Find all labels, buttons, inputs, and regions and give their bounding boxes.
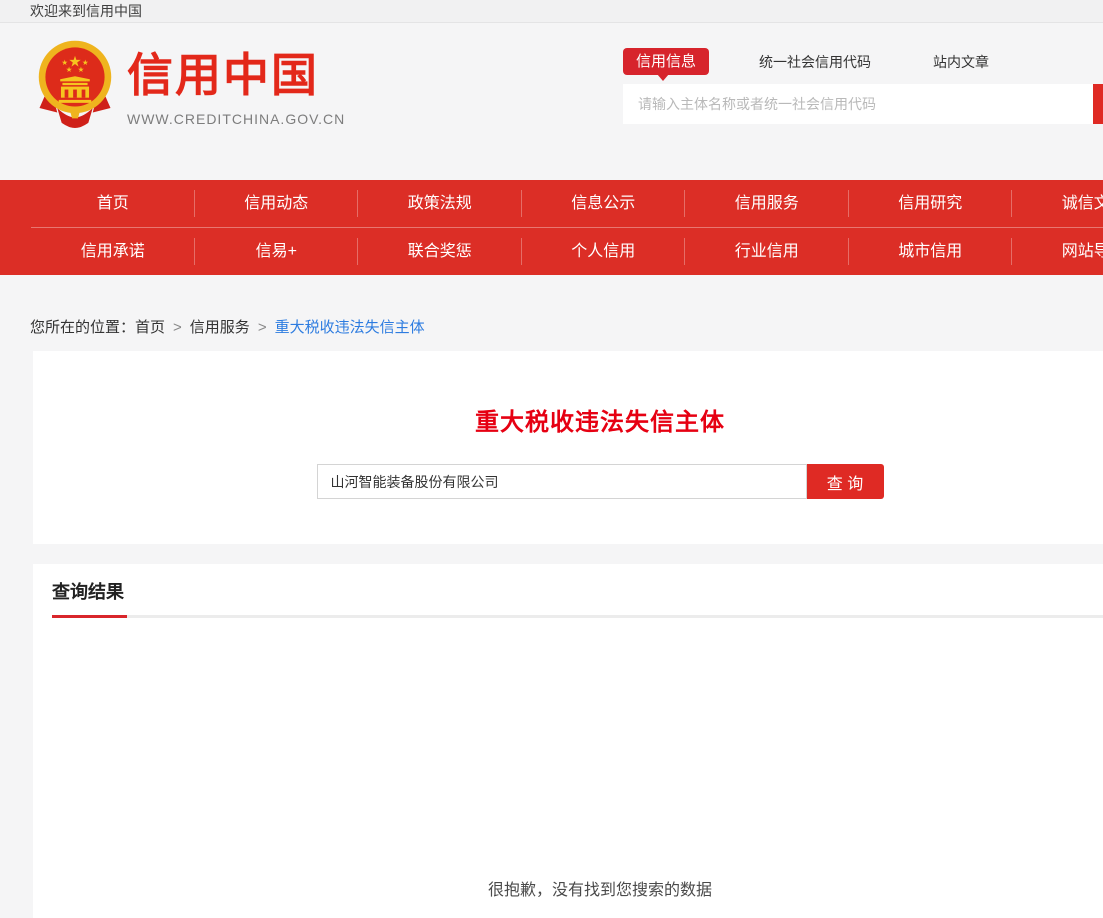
breadcrumb-prefix: 您所在的位置： bbox=[30, 319, 135, 336]
page-title: 重大税收违法失信主体 bbox=[33, 351, 1103, 437]
header-search-tabs: 信用信息 统一社会信用代码 站内文章 bbox=[623, 48, 1103, 75]
main-search-row: 查 询 bbox=[33, 464, 1103, 499]
main-nav: 首页 信用动态 政策法规 信息公示 信用服务 信用研究 诚信文化 信用承诺 信易… bbox=[0, 180, 1103, 275]
nav-item-policies[interactable]: 政策法规 bbox=[358, 180, 522, 227]
svg-text:★: ★ bbox=[78, 65, 85, 74]
nav-item-credit-news[interactable]: 信用动态 bbox=[195, 180, 359, 227]
svg-text:★: ★ bbox=[66, 65, 73, 74]
nav-item-credit-commitment[interactable]: 信用承诺 bbox=[31, 228, 195, 275]
nav-item-integrity-culture[interactable]: 诚信文化 bbox=[1012, 180, 1103, 227]
nav-item-info-disclosure[interactable]: 信息公示 bbox=[522, 180, 686, 227]
results-card: 查询结果 很抱歉，没有找到您搜索的数据 bbox=[33, 564, 1103, 918]
nav-item-home[interactable]: 首页 bbox=[31, 180, 195, 227]
empty-results-message: 很抱歉，没有找到您搜索的数据 bbox=[52, 876, 1103, 900]
breadcrumb-separator: > bbox=[173, 319, 182, 336]
site-name: 信用中国 bbox=[127, 51, 345, 99]
welcome-bar: 欢迎来到信用中国 bbox=[0, 0, 1103, 23]
breadcrumb-home[interactable]: 首页 bbox=[135, 319, 165, 336]
nav-item-industry-credit[interactable]: 行业信用 bbox=[685, 228, 849, 275]
nav-item-site-map[interactable]: 网站导航 bbox=[1012, 228, 1103, 275]
breadcrumb-current-page[interactable]: 重大税收违法失信主体 bbox=[275, 319, 425, 336]
header-search-input[interactable] bbox=[623, 84, 1093, 124]
header-search-block: 信用信息 统一社会信用代码 站内文章 bbox=[623, 48, 1103, 124]
tab-unified-social-credit-code[interactable]: 统一社会信用代码 bbox=[759, 52, 871, 72]
nav-item-credit-services[interactable]: 信用服务 bbox=[685, 180, 849, 227]
nav-item-joint-reward-punishment[interactable]: 联合奖惩 bbox=[358, 228, 522, 275]
nav-item-city-credit[interactable]: 城市信用 bbox=[849, 228, 1013, 275]
welcome-text: 欢迎来到信用中国 bbox=[30, 3, 142, 19]
main-nav-inner: 首页 信用动态 政策法规 信息公示 信用服务 信用研究 诚信文化 信用承诺 信易… bbox=[31, 180, 1103, 275]
breadcrumb: 您所在的位置：首页 > 信用服务 > 重大税收违法失信主体 bbox=[30, 316, 425, 337]
subject-search-input[interactable] bbox=[317, 464, 807, 499]
nav-row-2: 信用承诺 信易+ 联合奖惩 个人信用 行业信用 城市信用 网站导航 bbox=[31, 227, 1103, 275]
nav-item-credit-research[interactable]: 信用研究 bbox=[849, 180, 1013, 227]
results-section-title: 查询结果 bbox=[52, 564, 1103, 604]
results-title-divider-accent bbox=[52, 615, 127, 618]
nav-item-personal-credit[interactable]: 个人信用 bbox=[522, 228, 686, 275]
header-search-row bbox=[623, 84, 1103, 124]
site-logo[interactable]: ★ ★ ★ ★ ★ 信用中国 WWW.CREDITCHINA.GOV.CN bbox=[38, 40, 345, 128]
breadcrumb-separator: > bbox=[258, 319, 267, 336]
national-emblem-icon: ★ ★ ★ ★ ★ bbox=[38, 40, 112, 128]
nav-row-1: 首页 信用动态 政策法规 信息公示 信用服务 信用研究 诚信文化 bbox=[31, 180, 1103, 227]
tab-credit-info[interactable]: 信用信息 bbox=[623, 48, 709, 75]
nav-item-xinyi-plus[interactable]: 信易+ bbox=[195, 228, 359, 275]
results-title-divider bbox=[52, 615, 1103, 618]
tab-site-articles[interactable]: 站内文章 bbox=[933, 52, 989, 72]
site-url: WWW.CREDITCHINA.GOV.CN bbox=[127, 111, 345, 127]
header-search-button[interactable] bbox=[1093, 84, 1103, 124]
search-card: 重大税收违法失信主体 查 询 bbox=[33, 351, 1103, 544]
breadcrumb-credit-services[interactable]: 信用服务 bbox=[190, 319, 250, 336]
logo-text: 信用中国 WWW.CREDITCHINA.GOV.CN bbox=[127, 40, 345, 128]
query-button[interactable]: 查 询 bbox=[807, 464, 884, 499]
